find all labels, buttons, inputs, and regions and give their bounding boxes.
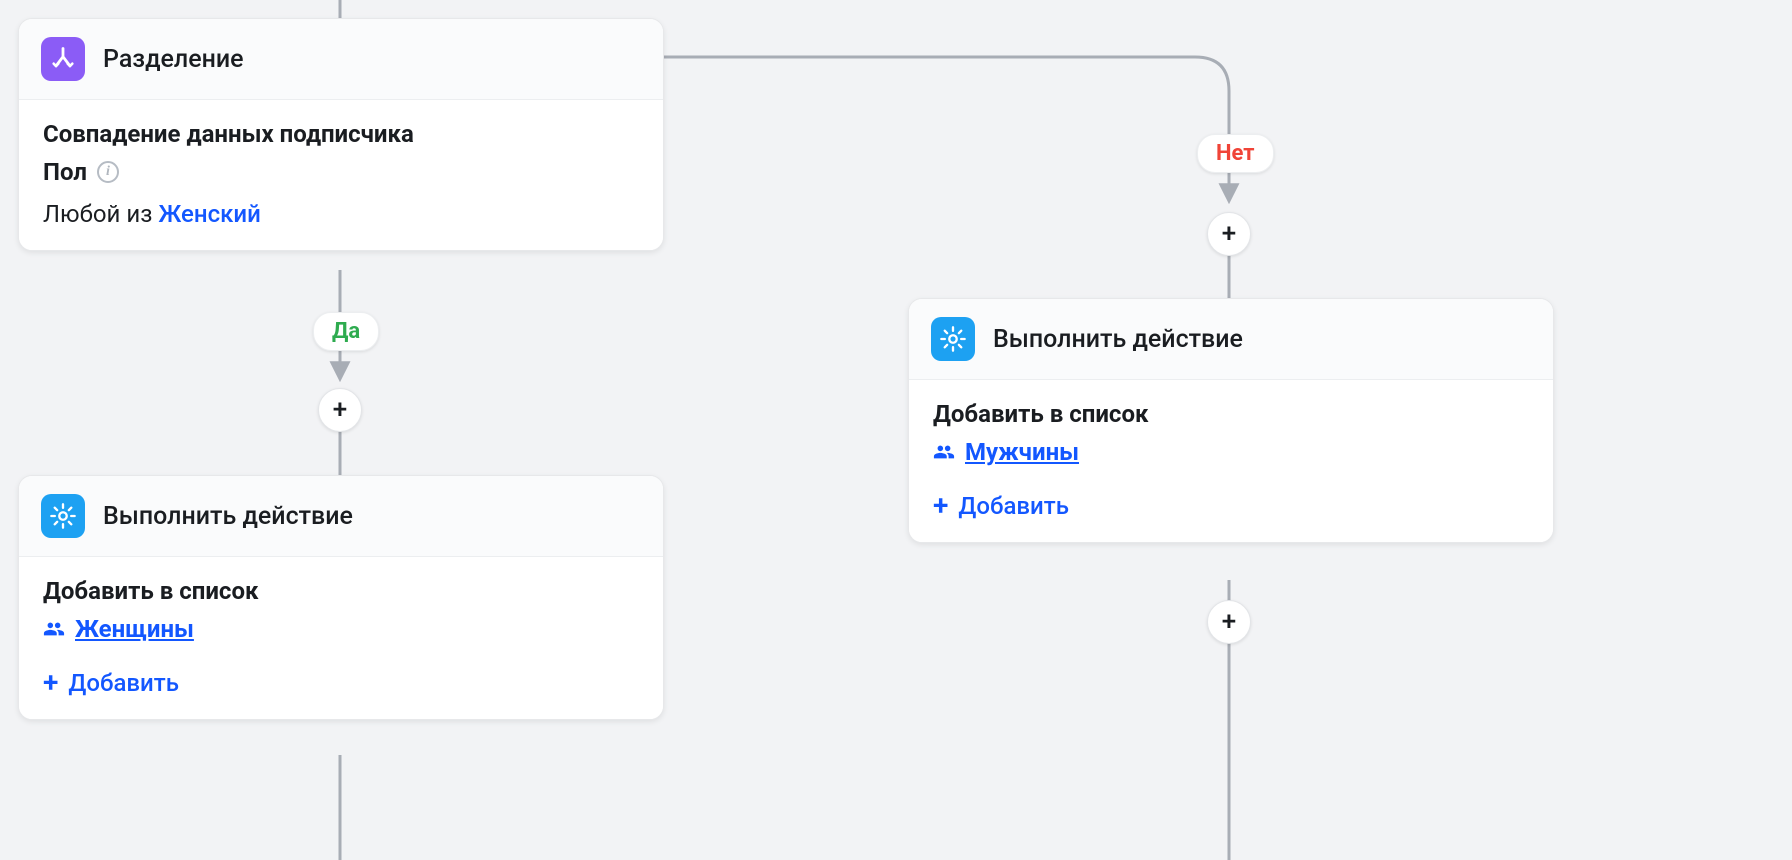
action-node-left[interactable]: Выполнить действие Добавить в список Жен… (18, 475, 664, 720)
split-field-row: Пол i (43, 158, 639, 186)
add-node-button-no[interactable]: + (1207, 212, 1251, 256)
split-node-body: Совпадение данных подписчика Пол i Любой… (19, 100, 663, 250)
split-field-label: Пол (43, 158, 87, 186)
action-node-left-title: Выполнить действие (103, 502, 353, 531)
action-left-add-button[interactable]: + Добавить (43, 669, 639, 697)
action-left-list-name: Женщины (75, 615, 194, 643)
split-match-row: Любой из Женский (43, 200, 639, 228)
action-node-right-title: Выполнить действие (993, 325, 1243, 354)
people-icon (43, 618, 65, 640)
gear-icon (931, 317, 975, 361)
action-node-right[interactable]: Выполнить действие Добавить в список Муж… (908, 298, 1554, 543)
gear-icon (41, 494, 85, 538)
action-node-left-body: Добавить в список Женщины + Добавить (19, 557, 663, 719)
action-right-add-button[interactable]: + Добавить (933, 492, 1529, 520)
action-right-list-name: Мужчины (965, 438, 1079, 466)
add-node-button-right-below[interactable]: + (1207, 600, 1251, 644)
split-node-header: Разделение (19, 19, 663, 100)
split-match-value: Женский (158, 200, 260, 228)
action-left-list-link[interactable]: Женщины (43, 615, 639, 643)
split-match-prefix: Любой из (43, 200, 158, 228)
split-node-title: Разделение (103, 45, 244, 74)
plus-icon: + (933, 492, 948, 520)
split-node[interactable]: Разделение Совпадение данных подписчика … (18, 18, 664, 251)
action-node-right-header: Выполнить действие (909, 299, 1553, 380)
action-left-subtitle: Добавить в список (43, 577, 639, 605)
action-node-left-header: Выполнить действие (19, 476, 663, 557)
split-condition-title: Совпадение данных подписчика (43, 120, 639, 148)
plus-icon: + (43, 669, 58, 697)
action-right-subtitle: Добавить в список (933, 400, 1529, 428)
add-node-button-yes[interactable]: + (318, 388, 362, 432)
action-left-add-label: Добавить (68, 669, 179, 697)
info-icon[interactable]: i (97, 161, 119, 183)
action-node-right-body: Добавить в список Мужчины + Добавить (909, 380, 1553, 542)
people-icon (933, 441, 955, 463)
branch-label-no: Нет (1197, 134, 1274, 173)
branch-label-yes: Да (313, 312, 379, 351)
split-icon (41, 37, 85, 81)
action-right-add-label: Добавить (958, 492, 1069, 520)
action-right-list-link[interactable]: Мужчины (933, 438, 1529, 466)
